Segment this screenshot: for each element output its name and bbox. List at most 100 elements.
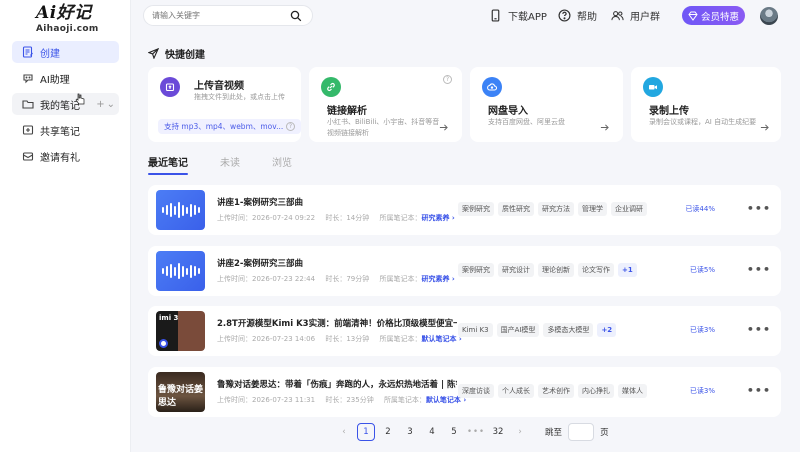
avatar[interactable] (760, 7, 778, 25)
more-options-button[interactable]: ••• (747, 323, 771, 336)
prev-page-button[interactable]: ‹ (335, 423, 353, 441)
formats-text: 支持 mp3、mp4、webm、mov... (164, 122, 284, 131)
note-title[interactable]: 2.8T开源模型Kimi K3实测：前端清神！价格比顶级模型便宜一半！ (217, 317, 457, 329)
notebook-link[interactable]: 研究素养 › (421, 214, 454, 222)
tag[interactable]: 质性研究 (498, 202, 534, 216)
note-row[interactable]: 鲁豫对话姜思达 鲁豫对话姜思达：带着「伤痕」奔跑的人，永远炽热地活着 | 陈鲁.… (148, 367, 781, 417)
card-desc: 小红书、BiliBili、小宇宙、抖音等音视频链接解析 (327, 118, 440, 137)
upload-media-card[interactable]: 上传音视频 拖拽文件到此处，或点击上传 支持 mp3、mp4、webm、mov.… (148, 67, 301, 142)
more-tags-badge[interactable]: +2 (597, 323, 617, 337)
upload-time: 2026-07-23 11:31 (252, 396, 316, 404)
more-options-button[interactable]: ••• (747, 263, 771, 276)
send-icon (148, 48, 159, 59)
tag-list: Kimi K3 国产AI模型 多模态大模型 +2 (458, 323, 617, 337)
tag[interactable]: 论文写作 (578, 263, 614, 277)
tag[interactable]: 研究方法 (538, 202, 574, 216)
page-button[interactable]: 4 (423, 423, 441, 441)
tag[interactable]: Kimi K3 (458, 323, 493, 337)
notebook-label: 所属笔记本： (379, 275, 422, 283)
tag[interactable]: 多模态大模型 (543, 323, 594, 337)
link-parse-card[interactable]: ? 链接解析 小红书、BiliBili、小宇宙、抖音等音视频链接解析 (309, 67, 462, 142)
page-button[interactable]: 2 (379, 423, 397, 441)
chevron-down-icon[interactable]: ⌄ (107, 99, 115, 110)
record-upload-card[interactable]: 录制上传 录制会议或课程，AI 自动生成纪要 (631, 67, 781, 142)
note-title[interactable]: 鲁豫对话姜思达：带着「伤痕」奔跑的人，永远炽热地活着 | 陈鲁... (217, 378, 457, 390)
tag[interactable]: 企业调研 (611, 202, 647, 216)
card-desc: 拖拽文件到此处，或点击上传 (194, 93, 285, 101)
page-button[interactable]: 32 (489, 423, 507, 441)
vip-label: 会员特惠 (700, 11, 739, 23)
phone-icon (491, 9, 500, 22)
tag[interactable]: 个人成长 (498, 384, 534, 398)
duration-label: 时长： (325, 275, 347, 283)
tab-recent[interactable]: 最近笔记 (148, 154, 188, 175)
diamond-icon (688, 11, 698, 21)
download-app-button[interactable]: 下载APP (489, 8, 547, 23)
tag[interactable]: 内心挣扎 (578, 384, 614, 398)
video-thumbnail: imi 3 (156, 311, 205, 351)
supported-formats: 支持 mp3、mp4、webm、mov... ? (158, 119, 301, 134)
tag[interactable]: 研究设计 (498, 263, 534, 277)
next-page-button[interactable]: › (511, 423, 529, 441)
tab-unread[interactable]: 未读 (220, 154, 240, 175)
upload-time: 2026-07-23 14:06 (252, 335, 316, 343)
more-options-button[interactable]: ••• (747, 202, 771, 215)
note-title[interactable]: 讲座2-案例研究三部曲 (217, 257, 303, 269)
upload-label: 上传时间： (217, 396, 252, 404)
page-button[interactable]: 1 (357, 423, 375, 441)
user-group-button[interactable]: 用户群 (611, 8, 660, 23)
quick-create-title: 快捷创建 (148, 46, 205, 61)
arrow-right-icon (439, 124, 448, 131)
note-title[interactable]: 讲座1-案例研究三部曲 (217, 196, 303, 208)
sidebar-item-my-notes[interactable]: 我的笔记 + ⌄ (12, 93, 119, 115)
help-icon[interactable]: ? (443, 75, 452, 84)
more-options-button[interactable]: ••• (747, 384, 771, 397)
help-button[interactable]: 帮助 (558, 8, 597, 23)
note-row[interactable]: 讲座2-案例研究三部曲 上传时间：2026-07-23 22:44 时长：79分… (148, 246, 781, 296)
add-notebook-button[interactable]: + (96, 99, 104, 110)
users-icon (611, 11, 624, 21)
tag[interactable]: 媒体人 (618, 384, 647, 398)
vip-offer-button[interactable]: 会员特惠 (682, 6, 745, 25)
note-row[interactable]: 讲座1-案例研究三部曲 上传时间：2026-07-24 09:22 时长：14分… (148, 185, 781, 235)
sidebar-item-label: AI助理 (40, 74, 70, 86)
help-icon (558, 9, 571, 22)
tag[interactable]: 理论创新 (538, 263, 574, 277)
tag[interactable]: 国产AI模型 (496, 323, 540, 337)
tag[interactable]: 深度访谈 (458, 384, 494, 398)
tag[interactable]: 案例研究 (458, 263, 494, 277)
sidebar-item-label: 创建 (40, 48, 60, 60)
thumbnail-text: imi 3 (159, 314, 179, 322)
page-button[interactable]: 5 (445, 423, 463, 441)
search-icon[interactable] (290, 10, 302, 22)
note-row[interactable]: imi 3 2.8T开源模型Kimi K3实测：前端清神！价格比顶级模型便宜一半… (148, 306, 781, 356)
top-header: 下载APP 帮助 用户群 会员特惠 (131, 0, 800, 32)
page-jump-input[interactable] (568, 423, 595, 441)
notebook-link[interactable]: 研究素养 › (421, 275, 454, 283)
duration-label: 时长： (325, 335, 347, 343)
tag[interactable]: 管理学 (578, 202, 607, 216)
duration: 79分钟 (346, 275, 370, 283)
page-button[interactable]: 3 (401, 423, 419, 441)
share-icon (21, 124, 34, 137)
card-desc: 录制会议或课程，AI 自动生成纪要 (649, 118, 757, 126)
thumbnail-text: 鲁豫对话姜思达 (158, 385, 204, 408)
help-icon[interactable]: ? (286, 122, 295, 131)
tab-viewed[interactable]: 浏览 (272, 154, 292, 175)
more-tags-badge[interactable]: +1 (618, 263, 637, 277)
cloud-import-card[interactable]: 网盘导入 支持百度网盘、阿里云盘 (470, 67, 623, 142)
notebook-link[interactable]: 默认笔记本 › (421, 335, 461, 343)
sidebar-item-create[interactable]: 创建 (12, 41, 119, 63)
notes-tools: + ⌄ (96, 93, 115, 115)
tag[interactable]: 艺术创作 (538, 384, 574, 398)
read-progress: 已读5% (689, 266, 715, 274)
sidebar-item-ai-assistant[interactable]: AI助理 (12, 67, 119, 89)
search-box[interactable] (143, 5, 313, 26)
page-ellipsis[interactable]: ••• (467, 423, 485, 441)
sidebar-item-invite[interactable]: 邀请有礼 (12, 145, 119, 167)
tag[interactable]: 案例研究 (458, 202, 494, 216)
search-input[interactable] (152, 11, 282, 20)
logo[interactable]: Ai好记 Aihaoji.com (36, 2, 98, 42)
sidebar-item-shared-notes[interactable]: 共享笔记 (12, 119, 119, 141)
waveform-icon (161, 261, 200, 281)
